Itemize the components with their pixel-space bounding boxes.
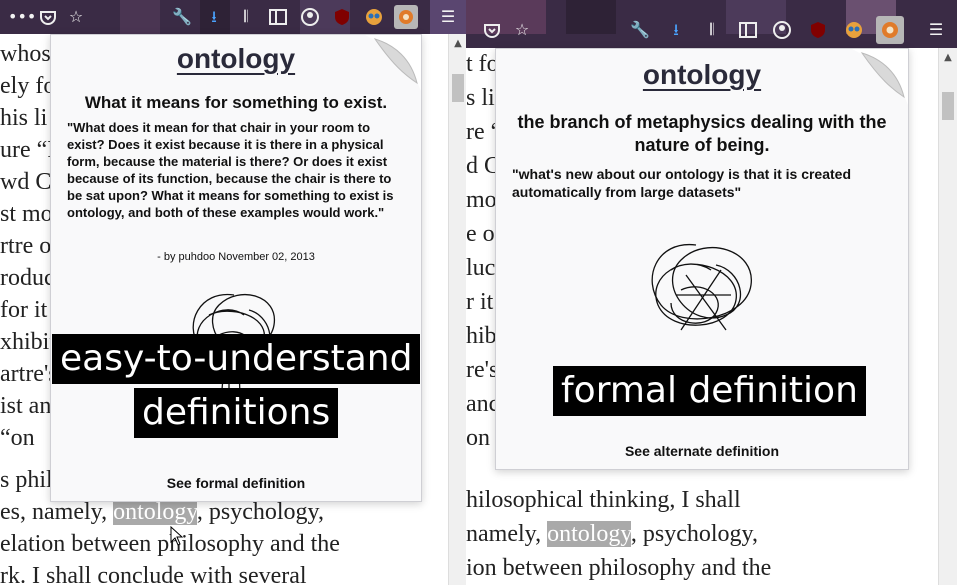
library-icon[interactable]: 𝄃 [236, 7, 256, 27]
pocket-icon[interactable] [38, 7, 58, 27]
popup-example: "What does it mean for that chair in you… [67, 120, 394, 220]
article-line: t fo [466, 51, 499, 77]
scribble-drawing-icon [651, 244, 752, 331]
article-line: re's [466, 357, 499, 383]
dictionary-extension-icon[interactable] [394, 5, 418, 29]
left-browser-window: ••• ☆ 🔧 ⭳ 𝄃 ☰ whose ely fo his li ure “F… [0, 0, 466, 585]
scrollbar[interactable]: ▲ [938, 48, 957, 585]
wrench-icon[interactable]: 🔧 [172, 7, 192, 27]
article-text-segment: , psychology, [630, 521, 758, 547]
article-line: r it [466, 289, 494, 315]
browser-toolbar: ••• ☆ 🔧 ⭳ 𝄃 ☰ [0, 0, 466, 34]
download-icon[interactable]: ⭳ [204, 7, 224, 27]
popup-word-title[interactable]: ontology [496, 59, 908, 91]
menu-icon[interactable]: ☰ [438, 7, 458, 27]
popup-meaning: What it means for something to exist. [84, 93, 388, 112]
see-formal-definition-link[interactable]: See formal definition [51, 475, 421, 491]
article-line: wd C [0, 169, 52, 195]
article-line: namely, ontology, psychology, [466, 518, 758, 550]
article-text-segment: es, namely, [0, 499, 114, 525]
popup-author: - by puhdoo November 02, 2013 [157, 251, 315, 263]
selected-word[interactable]: ontology [547, 521, 631, 547]
promo-caption: easy-to-understand [52, 334, 421, 384]
article-line: his li [0, 105, 48, 131]
scroll-up-arrow-icon[interactable]: ▲ [449, 38, 466, 49]
scroll-up-arrow-icon[interactable]: ▲ [939, 52, 957, 63]
ublock-icon[interactable] [332, 7, 352, 27]
popup-word-title[interactable]: ontology [51, 43, 421, 75]
account-icon[interactable] [772, 20, 792, 40]
article-line: artre's [0, 361, 58, 387]
selected-word[interactable]: ontology [113, 499, 197, 525]
mouse-cursor-icon [170, 526, 184, 546]
article-line: ion between philosophy and the [466, 555, 772, 581]
library-icon[interactable]: 𝄃 [702, 20, 722, 40]
account-icon[interactable] [300, 7, 320, 27]
promo-caption: definitions [134, 388, 339, 438]
download-icon[interactable]: ⭳ [666, 20, 686, 40]
article-line: rtre o [0, 233, 52, 259]
article-line: hilosophical thinking, I shall [466, 487, 741, 513]
see-alternate-definition-link[interactable]: See alternate definition [496, 443, 908, 459]
browser-toolbar: ☆ 🔧 ⭳ 𝄃 ☰ [466, 0, 957, 48]
menu-icon[interactable]: ☰ [926, 20, 946, 40]
article-line: ely fo [0, 73, 56, 99]
extension-owl-icon[interactable] [364, 7, 384, 27]
wrench-icon[interactable]: 🔧 [630, 20, 650, 40]
article-line: roduc [0, 265, 55, 291]
scrollbar[interactable]: ▲ [448, 34, 466, 585]
pocket-icon[interactable] [482, 20, 502, 40]
sidebar-icon[interactable] [738, 20, 758, 40]
article-line: luc [466, 255, 496, 281]
article-line: st mo [0, 201, 53, 227]
article-text-segment: , psychology, [196, 499, 324, 525]
popup-example: "what's new about our ontology is that i… [512, 166, 852, 200]
article-line: s li [466, 85, 495, 111]
article-line: on [466, 425, 490, 451]
article-line: e o [466, 221, 495, 247]
bookmark-star-icon[interactable]: ☆ [66, 7, 86, 27]
scrollbar-thumb[interactable] [452, 74, 464, 102]
extension-owl-icon[interactable] [844, 20, 864, 40]
article-line: xhibit [0, 329, 57, 355]
article-line: for it [0, 297, 48, 323]
article-line: “on [0, 425, 35, 451]
scrollbar-thumb[interactable] [942, 92, 954, 120]
popup-meaning: the branch of metaphysics dealing with t… [517, 112, 887, 155]
ublock-icon[interactable] [808, 20, 828, 40]
promo-caption: formal definition [553, 366, 866, 416]
sidebar-icon[interactable] [268, 7, 288, 27]
article-line: rk. I shall conclude with several [0, 563, 307, 585]
article-line: s phil [0, 467, 53, 493]
right-browser-window: ☆ 🔧 ⭳ 𝄃 ☰ t fo s li re “F d C mo e o luc… [466, 0, 957, 585]
article-text-segment: namely, [466, 521, 548, 547]
bookmark-star-icon[interactable]: ☆ [512, 20, 532, 40]
dictionary-extension-icon[interactable] [876, 16, 904, 44]
more-icon[interactable]: ••• [8, 7, 36, 27]
article-line: mo [466, 187, 497, 213]
